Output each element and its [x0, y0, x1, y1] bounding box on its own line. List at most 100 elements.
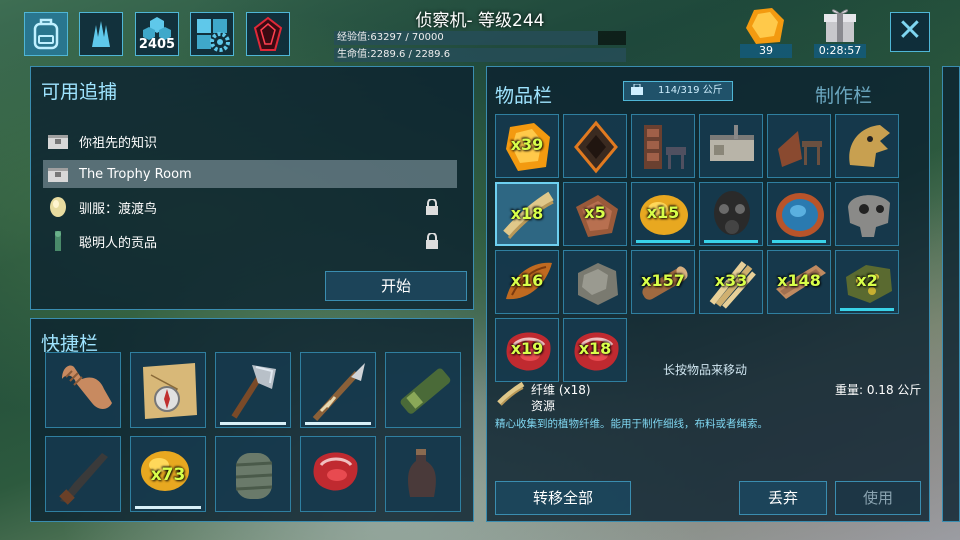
item-quantity: x19 — [510, 339, 544, 358]
element-crystal-icon — [746, 8, 784, 44]
item-quantity: x15 — [646, 203, 680, 222]
selected-item-weight: 重量: 0.18 公斤 — [835, 383, 922, 397]
side-panel-edge — [942, 66, 960, 522]
inventory-slot[interactable] — [563, 250, 627, 314]
skull-icon — [848, 195, 890, 237]
inventory-slot[interactable] — [699, 114, 763, 178]
inventory-slot[interactable]: x19 — [495, 318, 559, 382]
inventory-slot[interactable]: x16 — [495, 250, 559, 314]
crate-icon — [48, 135, 68, 149]
durability-bar — [704, 240, 758, 243]
tracking-title: 可用追捕 — [41, 81, 118, 103]
inventory-slot[interactable]: x2 — [835, 250, 899, 314]
settings-tab-button[interactable] — [190, 12, 234, 56]
inventory-slot[interactable]: x39 — [495, 114, 559, 178]
figure-icon — [55, 231, 61, 251]
hotbar-slot[interactable] — [45, 436, 121, 512]
tek-tab-button[interactable] — [246, 12, 290, 56]
map-compass-icon — [143, 363, 197, 419]
weight-badge-text: 114/319 公斤 — [658, 85, 723, 96]
inventory-slot[interactable]: x157 — [631, 250, 695, 314]
item-quantity: x18 — [510, 204, 544, 223]
hotbar-slot[interactable] — [300, 352, 376, 428]
gift-box-icon — [824, 9, 856, 42]
element-resource-tile[interactable]: 39 — [740, 6, 792, 58]
crafting-tab[interactable]: 制作栏 — [815, 81, 872, 108]
inventory-slot[interactable]: x18 — [495, 182, 559, 246]
hotbar-slot[interactable] — [215, 436, 291, 512]
weight-badge: 114/319 公斤 — [623, 81, 733, 101]
tracking-item[interactable]: 你祖先的知识 — [43, 127, 457, 155]
spyglass-icon — [400, 368, 451, 414]
item-quantity: x16 — [510, 271, 544, 290]
durability-bar — [135, 506, 201, 509]
hotbar-slot[interactable] — [385, 352, 461, 428]
crate-icon — [48, 168, 68, 182]
hp-text: 生命值:2289.6 / 2289.6 — [337, 49, 451, 60]
tracking-item[interactable]: 聪明人的贡品 — [43, 227, 457, 255]
tracking-item[interactable]: 驯服：渡渡鸟 — [43, 193, 457, 221]
inventory-slot[interactable]: x33 — [699, 250, 763, 314]
shotgun-icon — [59, 453, 108, 505]
weight-icon — [631, 83, 643, 95]
hotbar-slot[interactable] — [130, 352, 206, 428]
backpack-icon — [33, 18, 59, 50]
inventory-slot[interactable] — [699, 182, 763, 246]
inventory-tab-button[interactable] — [24, 12, 68, 56]
hand-icon — [62, 365, 112, 409]
hotbar-slot[interactable]: x73 — [130, 436, 206, 512]
inventory-slot[interactable]: x5 — [563, 182, 627, 246]
close-button[interactable]: ✕ — [890, 12, 930, 52]
drop-button[interactable]: 丢弃 — [739, 481, 827, 515]
hotbar-slot[interactable] — [215, 352, 291, 428]
furniture-icon — [778, 131, 822, 167]
dino-claw-icon — [92, 21, 110, 47]
durability-bar — [220, 422, 286, 425]
lock-icon — [426, 233, 438, 249]
hotbar-slot[interactable] — [385, 436, 461, 512]
tribe-tab-button[interactable] — [79, 12, 123, 56]
bowl-icon — [776, 193, 824, 237]
tracking-item-selected[interactable]: The Trophy Room — [43, 160, 457, 188]
inventory-slot[interactable]: x148 — [767, 250, 831, 314]
player-title: 侦察机- 等级244 — [415, 11, 545, 31]
bookshelf-icon — [644, 125, 686, 169]
move-hint: 长按物品来移动 — [663, 363, 748, 377]
health-bar: 生命值:2289.6 / 2289.6 — [334, 48, 626, 62]
raw-meat-icon — [313, 452, 358, 491]
hotbar-slot[interactable] — [45, 352, 121, 428]
element-count: 39 — [740, 44, 792, 58]
hotbar-slot[interactable] — [300, 436, 376, 512]
egg-icon — [50, 197, 66, 217]
item-quantity: x5 — [584, 203, 606, 222]
item-quantity: x18 — [578, 339, 612, 358]
transfer-all-button[interactable]: 转移全部 — [495, 481, 631, 515]
gift-timer-tile[interactable]: 0:28:57 — [814, 6, 866, 58]
inventory-slot[interactable] — [563, 114, 627, 178]
xp-text: 经验值:63297 / 70000 — [337, 32, 444, 43]
durability-bar — [840, 308, 894, 311]
use-button[interactable]: 使用 — [835, 481, 921, 515]
tracking-item-label: 驯服：渡渡鸟 — [79, 201, 158, 217]
item-quantity: x148 — [777, 271, 821, 290]
stone-icon — [578, 263, 618, 305]
gas-mask-icon — [714, 191, 750, 235]
inventory-slot[interactable] — [835, 114, 899, 178]
bottle-icon — [408, 449, 436, 497]
inventory-slot[interactable]: x15 — [631, 182, 695, 246]
kitchen-icon — [710, 125, 754, 161]
engrams-tab-button[interactable]: 2405 — [135, 12, 179, 56]
tracking-panel: 可用追捕 你祖先的知识 The Trophy Room 驯服：渡渡鸟 聪明人的贡… — [30, 66, 474, 310]
inventory-title: 物品栏 — [495, 85, 553, 107]
start-button[interactable]: 开始 — [325, 271, 467, 301]
engram-points: 2405 — [138, 37, 176, 52]
inventory-slot[interactable] — [767, 182, 831, 246]
gear-icon — [197, 19, 230, 52]
inventory-slot[interactable]: x18 — [563, 318, 627, 382]
selected-item-description: 精心收集到的植物纤维。能用于制作细线，布料或者绳索。 — [495, 418, 768, 430]
close-icon: ✕ — [897, 13, 923, 48]
inventory-slot[interactable] — [631, 114, 695, 178]
spear-icon — [312, 363, 365, 422]
inventory-slot[interactable] — [767, 114, 831, 178]
inventory-slot[interactable] — [835, 182, 899, 246]
